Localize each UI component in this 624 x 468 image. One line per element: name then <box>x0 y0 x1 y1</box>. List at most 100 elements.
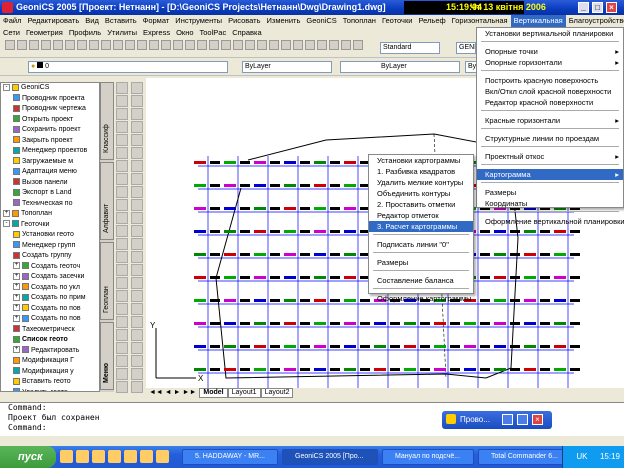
draw-tool-button[interactable] <box>131 355 143 367</box>
draw-tool-button[interactable] <box>131 199 143 211</box>
toolbar-button[interactable] <box>137 40 147 50</box>
expand-icon[interactable]: - <box>3 220 10 228</box>
menu-item[interactable]: Опорные точки ▸ <box>477 46 623 57</box>
floating-panel[interactable]: Прово... × <box>442 411 552 429</box>
expand-icon[interactable]: + <box>13 262 20 270</box>
toolbar-button[interactable] <box>245 40 255 50</box>
tab-nav[interactable]: ◄◄ ◄ ► ►► <box>146 389 199 397</box>
expand-icon[interactable]: + <box>13 293 20 301</box>
taskbar-task[interactable]: GeoniCS 2005 [Про... <box>282 449 378 465</box>
layer-combo[interactable]: ● 0 <box>28 61 228 73</box>
toolbar-button[interactable] <box>53 40 63 50</box>
side-tab[interactable]: Классиф <box>100 82 114 160</box>
draw-tool-button[interactable] <box>116 355 128 367</box>
draw-tool-button[interactable] <box>116 381 128 393</box>
toolbar-button[interactable] <box>329 40 339 50</box>
tree-item[interactable]: - Геоточки <box>1 220 99 231</box>
menu-item[interactable]: Установки вертикальной планировки <box>477 28 623 39</box>
menu-4[interactable]: Формат <box>140 15 173 27</box>
draw-tool-button[interactable] <box>131 134 143 146</box>
menu2-5[interactable]: Окно <box>173 27 196 39</box>
menu-item[interactable]: Опорные горизонтали ▸ <box>477 57 623 68</box>
layout-tab[interactable]: Layout1 <box>227 388 261 398</box>
expand-icon[interactable]: + <box>13 272 20 280</box>
menu-item[interactable]: Удалить мелкие контуры <box>369 177 473 188</box>
quick-launch-icon[interactable] <box>76 450 89 463</box>
draw-tool-button[interactable] <box>131 160 143 172</box>
menu-9[interactable]: Топоплан <box>340 15 379 27</box>
minimize-button[interactable]: _ <box>578 2 589 13</box>
toolbar-button[interactable] <box>77 40 87 50</box>
draw-tool-button[interactable] <box>131 186 143 198</box>
menu-item[interactable]: Оформление вертикальной планировки <box>477 216 624 227</box>
tree-item[interactable]: Менеджер групп <box>1 241 99 252</box>
tree-item[interactable]: Проводник чертежа <box>1 104 99 115</box>
draw-tool-button[interactable] <box>131 82 143 94</box>
draw-tool-button[interactable] <box>131 251 143 263</box>
quick-launch-icon[interactable] <box>92 450 105 463</box>
tree-item[interactable]: Загружаемые м <box>1 157 99 168</box>
draw-tool-button[interactable] <box>131 303 143 315</box>
menu-item[interactable]: Координаты <box>477 198 623 209</box>
style-combo[interactable]: Standard <box>380 42 440 54</box>
tree-item[interactable]: Тахеометрическ <box>1 325 99 336</box>
draw-tool-button[interactable] <box>116 368 128 380</box>
side-tab[interactable]: Геоплан <box>100 242 114 320</box>
tree-item[interactable]: + Создать геоточ <box>1 262 99 273</box>
draw-tool-button[interactable] <box>116 186 128 198</box>
tree-item[interactable]: Адаптация меню <box>1 167 99 178</box>
menu-item[interactable]: Объединить контуры <box>369 188 473 199</box>
menu-1[interactable]: Редактировать <box>24 15 82 27</box>
toolbar-button[interactable] <box>185 40 195 50</box>
linetype-combo[interactable]: ByLayer <box>340 61 460 73</box>
toolbar-button[interactable] <box>341 40 351 50</box>
menu-6[interactable]: Рисовать <box>225 15 263 27</box>
draw-tool-button[interactable] <box>131 95 143 107</box>
tree-item[interactable]: Вызов панели <box>1 178 99 189</box>
draw-tool-button[interactable] <box>131 212 143 224</box>
menu-5[interactable]: Инструменты <box>172 15 225 27</box>
draw-tool-button[interactable] <box>116 277 128 289</box>
tree-item[interactable]: Модификация у <box>1 367 99 378</box>
toolbar-button[interactable] <box>161 40 171 50</box>
menu-item[interactable]: Построить красную поверхность <box>477 75 623 86</box>
draw-tool-button[interactable] <box>116 82 128 94</box>
tree-item[interactable]: + Создать засечки <box>1 272 99 283</box>
quick-launch-icon[interactable] <box>124 450 137 463</box>
toolbar-button[interactable] <box>41 40 51 50</box>
tree-item[interactable]: Удалить геото <box>1 388 99 391</box>
menu-3[interactable]: Вставить <box>102 15 140 27</box>
toolbar-button[interactable] <box>233 40 243 50</box>
toolbar-button[interactable] <box>257 40 267 50</box>
toolbar-button[interactable] <box>317 40 327 50</box>
expand-icon[interactable]: - <box>3 83 10 91</box>
menu-item[interactable]: Картограмма ▸ <box>477 169 623 180</box>
expand-icon[interactable]: + <box>3 209 10 217</box>
maximize-icon[interactable] <box>517 414 528 425</box>
draw-tool-button[interactable] <box>131 290 143 302</box>
menu2-1[interactable]: Геометрия <box>23 27 66 39</box>
menu-11[interactable]: Рельеф <box>415 15 448 27</box>
expand-icon[interactable]: + <box>13 346 20 354</box>
side-tab[interactable]: Алфавит <box>100 162 114 240</box>
menu-item[interactable]: Установки картограммы <box>369 155 473 166</box>
draw-tool-button[interactable] <box>116 212 128 224</box>
toolbar-button[interactable] <box>269 40 279 50</box>
toolbar-button[interactable] <box>5 40 15 50</box>
tree-item[interactable]: Проводник проекта <box>1 94 99 105</box>
menu-item[interactable]: Проектный откос ▸ <box>477 151 623 162</box>
taskbar-task[interactable]: Мануал по подсчё... <box>382 449 474 465</box>
tree-item[interactable]: + Создать по пов <box>1 304 99 315</box>
toolbar-button[interactable] <box>149 40 159 50</box>
toolbar-button[interactable] <box>101 40 111 50</box>
draw-tool-button[interactable] <box>131 316 143 328</box>
menu-item[interactable]: 1. Разбивка квадратов <box>369 166 473 177</box>
toolbar-button[interactable] <box>173 40 183 50</box>
menu-item[interactable]: Оформление картограммы <box>369 293 473 304</box>
menu-item[interactable]: 3. Расчет картограммы <box>369 221 473 232</box>
toolbar-button[interactable] <box>89 40 99 50</box>
draw-tool-button[interactable] <box>116 264 128 276</box>
toolbar-button[interactable] <box>305 40 315 50</box>
tree-item[interactable]: + Создать по прим <box>1 293 99 304</box>
menu-8[interactable]: GeoniCS <box>303 15 339 27</box>
